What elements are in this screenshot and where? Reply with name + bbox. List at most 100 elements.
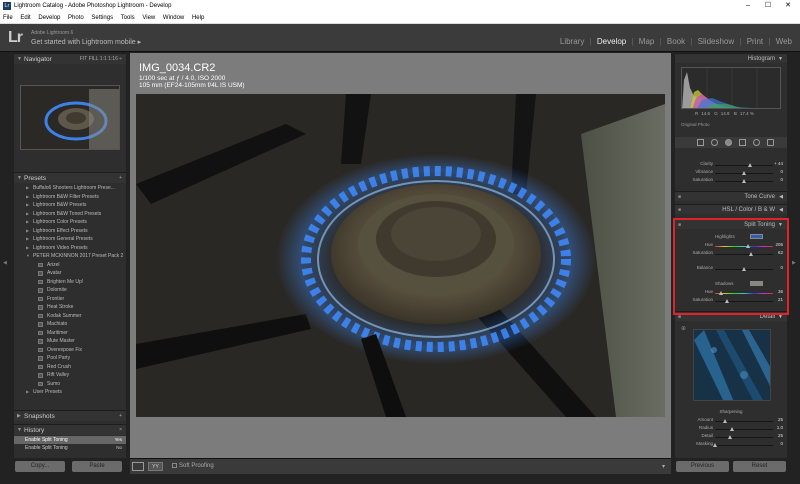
add-preset-button[interactable]: + bbox=[119, 173, 122, 184]
preset-item[interactable]: Overexpose Fix bbox=[14, 346, 126, 355]
menu-settings[interactable]: Settings bbox=[91, 15, 113, 21]
hsl-header[interactable]: ■ HSL / Color / B & W ◀ bbox=[675, 204, 787, 214]
right-panel-toggle-icon[interactable]: ▶ bbox=[792, 260, 796, 266]
preset-folder[interactable]: ▶ User Presets bbox=[14, 388, 126, 397]
checkbox-icon[interactable] bbox=[172, 463, 177, 468]
preset-item[interactable]: Maritimer bbox=[14, 329, 126, 338]
slider-knob[interactable] bbox=[742, 178, 746, 183]
detail-zoom-icon[interactable]: ⊕ bbox=[681, 325, 686, 332]
slider-knob[interactable] bbox=[713, 442, 717, 447]
mobile-promo-link[interactable]: Get started with Lightroom mobile ▸ bbox=[31, 38, 141, 46]
histogram-readout: R 14.6 G 14.9 B 17.4 % bbox=[695, 111, 754, 116]
menu-tools[interactable]: Tools bbox=[121, 15, 135, 21]
menu-photo[interactable]: Photo bbox=[68, 15, 84, 21]
preset-item[interactable]: Kodak Summer bbox=[14, 312, 126, 321]
preset-folder[interactable]: ▶ Lightroom General Presets bbox=[14, 235, 126, 244]
minimize-button[interactable]: – bbox=[738, 0, 758, 12]
module-book[interactable]: Book bbox=[667, 37, 685, 46]
menu-view[interactable]: View bbox=[142, 15, 155, 21]
preset-folder[interactable]: ▶ Lightroom B&W Toned Presets bbox=[14, 210, 126, 219]
toolbar-options-icon[interactable]: ▾ bbox=[662, 463, 665, 470]
sharpening-masking-slider[interactable]: Masking 0 bbox=[675, 441, 787, 449]
preset-folder[interactable]: ▶ Lightroom B&W Presets bbox=[14, 201, 126, 210]
menu-develop[interactable]: Develop bbox=[38, 15, 60, 21]
preset-item[interactable]: Machiato bbox=[14, 320, 126, 329]
module-web[interactable]: Web bbox=[776, 37, 792, 46]
sharpening-detail-slider[interactable]: Detail 25 bbox=[675, 433, 787, 441]
history-step[interactable]: Enable Split Toning Yes bbox=[14, 436, 126, 444]
module-map[interactable]: Map bbox=[639, 37, 655, 46]
add-snapshot-button[interactable]: + bbox=[119, 411, 122, 422]
preset-item[interactable]: Arizel bbox=[14, 261, 126, 270]
slider-knob[interactable] bbox=[730, 426, 735, 431]
panel-switch-icon[interactable]: ■ bbox=[678, 192, 681, 202]
maximize-button[interactable]: ☐ bbox=[758, 0, 778, 12]
preset-item[interactable]: Frontier bbox=[14, 295, 126, 304]
main-photo[interactable] bbox=[136, 94, 665, 417]
tool-strip bbox=[675, 137, 787, 148]
zoom-options[interactable]: FIT FILL 1:1 1:16 ÷ bbox=[80, 54, 122, 65]
clarity-slider[interactable]: Clarity + 44 bbox=[675, 161, 787, 169]
histogram-chart[interactable] bbox=[681, 67, 781, 109]
slider-knob[interactable] bbox=[748, 162, 753, 167]
previous-button[interactable]: Previous bbox=[676, 461, 729, 472]
preset-item[interactable]: Sumo bbox=[14, 380, 126, 389]
preset-item[interactable]: Brighten Me Up! bbox=[14, 278, 126, 287]
detail-preview-image bbox=[694, 330, 770, 400]
snapshots-header[interactable]: ▶ Snapshots + bbox=[14, 410, 126, 421]
saturation-slider[interactable]: Saturation 0 bbox=[675, 177, 787, 185]
preset-folder[interactable]: ▶ Lightroom Video Presets bbox=[14, 244, 126, 253]
navigator-preview[interactable] bbox=[20, 85, 120, 150]
spot-removal-icon[interactable] bbox=[711, 139, 718, 146]
graduated-filter-icon[interactable] bbox=[739, 139, 746, 146]
preset-item[interactable]: Pool Party bbox=[14, 354, 126, 363]
detail-preview[interactable] bbox=[693, 329, 771, 401]
preset-folder-open[interactable]: ▼ PETER MCKINNON 2017 Preset Pack 2 bbox=[14, 252, 126, 261]
menu-edit[interactable]: Edit bbox=[20, 15, 30, 21]
menu-help[interactable]: Help bbox=[192, 15, 204, 21]
history-header[interactable]: ▼ History × bbox=[14, 424, 126, 435]
menu-window[interactable]: Window bbox=[163, 15, 184, 21]
original-photo-toggle[interactable]: Original Photo bbox=[681, 122, 710, 127]
preset-folder[interactable]: ▶ Buffalo6 Shooters Lightroom Prese... bbox=[14, 184, 126, 193]
preset-item[interactable]: Heat Stroke bbox=[14, 303, 126, 312]
soft-proofing-toggle[interactable]: Soft Proofing bbox=[172, 463, 214, 469]
before-after-button[interactable]: YY bbox=[148, 462, 163, 471]
sharpening-amount-slider[interactable]: Amount 25 bbox=[675, 417, 787, 425]
tone-curve-header[interactable]: ■ Tone Curve ◀ bbox=[675, 191, 787, 201]
sharpening-radius-slider[interactable]: Radius 1.0 bbox=[675, 425, 787, 433]
preset-item[interactable]: Dolomite bbox=[14, 286, 126, 295]
preset-item[interactable]: Avatar bbox=[14, 269, 126, 278]
slider-knob[interactable] bbox=[742, 170, 746, 175]
reset-button[interactable]: Reset bbox=[733, 461, 786, 472]
module-develop[interactable]: Develop bbox=[597, 37, 626, 46]
preset-item[interactable]: Mute Master bbox=[14, 337, 126, 346]
copy-settings-button[interactable]: Copy... bbox=[15, 461, 65, 472]
menu-file[interactable]: File bbox=[3, 15, 13, 21]
red-eye-icon[interactable] bbox=[725, 139, 732, 146]
crop-tool-icon[interactable] bbox=[697, 139, 704, 146]
histogram-header[interactable]: Histogram ▼ bbox=[675, 53, 787, 63]
history-step[interactable]: Enable Split Toning No bbox=[14, 444, 126, 452]
module-library[interactable]: Library bbox=[560, 37, 584, 46]
adjustment-brush-icon[interactable] bbox=[767, 139, 774, 146]
module-print[interactable]: Print bbox=[747, 37, 763, 46]
presets-header[interactable]: ▼ Presets + bbox=[14, 172, 126, 183]
close-button[interactable]: ✕ bbox=[778, 0, 798, 12]
clear-history-button[interactable]: × bbox=[119, 425, 122, 436]
left-panel-toggle-icon[interactable]: ◀ bbox=[3, 260, 7, 266]
slider-knob[interactable] bbox=[722, 418, 727, 423]
preset-item[interactable]: Rift Valley bbox=[14, 371, 126, 380]
loupe-view-icon[interactable] bbox=[132, 462, 144, 471]
panel-switch-icon[interactable]: ■ bbox=[678, 205, 681, 215]
vibrance-slider[interactable]: Vibrance 0 bbox=[675, 169, 787, 177]
preset-folder[interactable]: ▶ Lightroom B&W Filter Presets bbox=[14, 193, 126, 202]
module-slideshow[interactable]: Slideshow bbox=[698, 37, 734, 46]
preset-folder[interactable]: ▶ Lightroom Effect Presets bbox=[14, 227, 126, 236]
radial-filter-icon[interactable] bbox=[753, 139, 760, 146]
paste-settings-button[interactable]: Paste bbox=[72, 461, 122, 472]
preset-item[interactable]: Red Crush bbox=[14, 363, 126, 372]
preset-folder[interactable]: ▶ Lightroom Color Presets bbox=[14, 218, 126, 227]
navigator-header[interactable]: ▼ Navigator FIT FILL 1:1 1:16 ÷ bbox=[14, 53, 126, 64]
slider-knob[interactable] bbox=[727, 434, 732, 439]
